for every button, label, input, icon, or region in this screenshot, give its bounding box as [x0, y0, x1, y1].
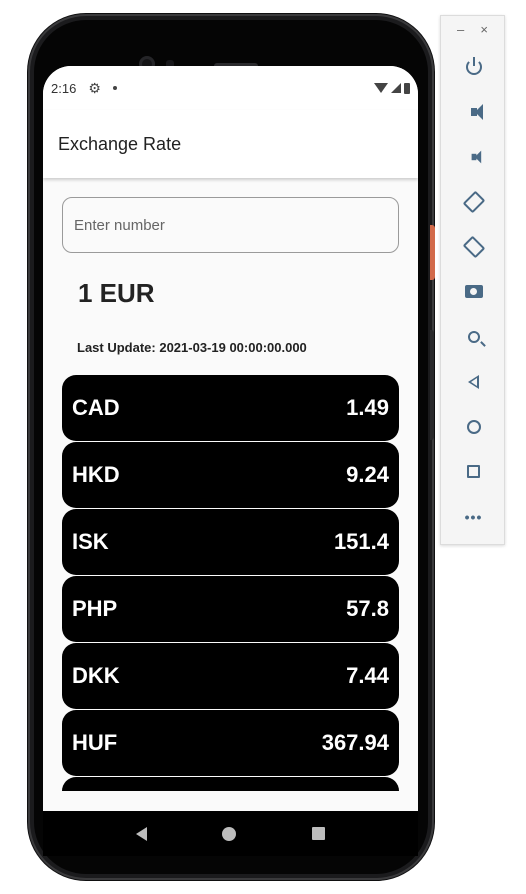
rotate-left-button[interactable]: [441, 179, 506, 224]
rate-value: 367.94: [321, 730, 389, 755]
rotate-right-icon: [462, 235, 485, 258]
nav-home-icon[interactable]: [222, 826, 237, 841]
volume-down-icon: [471, 150, 481, 163]
power-button[interactable]: [441, 44, 506, 89]
rate-code: CAD: [72, 395, 120, 420]
emulator-control-panel: – × •••: [440, 15, 505, 545]
rate-value: 7.44: [346, 663, 389, 688]
rate-card-dkk[interactable]: DKK 7.44: [62, 643, 399, 709]
nav-recents-icon[interactable]: [312, 827, 326, 840]
rate-code: DKK: [72, 663, 120, 688]
panel-window-controls: – ×: [441, 16, 504, 44]
rate-card-partial[interactable]: [62, 777, 399, 791]
gear-icon: ⚙: [88, 79, 101, 96]
rate-code: PHP: [72, 596, 118, 621]
rate-card-huf[interactable]: HUF 367.94: [62, 710, 399, 776]
back-button[interactable]: [441, 359, 506, 404]
volume-up-button[interactable]: [441, 89, 506, 134]
zoom-button[interactable]: [441, 314, 506, 359]
amount-input-box[interactable]: [62, 197, 399, 253]
overview-icon: [467, 465, 480, 478]
minimize-button[interactable]: –: [457, 22, 464, 44]
status-time: 2:16: [51, 80, 77, 96]
wifi-icon: [374, 83, 388, 93]
status-bar: 2:16 ⚙: [43, 66, 418, 110]
rate-card-cad[interactable]: CAD 1.49: [62, 375, 399, 441]
signal-icon: [391, 83, 401, 93]
system-nav-bar: [43, 811, 418, 856]
app-bar: Exchange Rate: [43, 110, 418, 178]
rate-code: ISK: [72, 529, 109, 554]
rotate-right-button[interactable]: [441, 224, 506, 269]
rate-card-hkd[interactable]: HKD 9.24: [62, 442, 399, 508]
power-icon: [465, 56, 482, 75]
rate-value: 1.49: [346, 395, 389, 420]
home-button[interactable]: [441, 404, 506, 449]
rate-value: 57.8: [346, 596, 389, 621]
notification-dot-icon: [112, 86, 117, 90]
rate-value: 9.24: [346, 462, 389, 487]
volume-up-icon: [470, 103, 483, 120]
rate-card-isk[interactable]: ISK 151.4: [62, 509, 399, 575]
battery-icon: [404, 82, 410, 94]
zoom-icon: [467, 330, 480, 343]
amount-input[interactable]: [74, 216, 374, 234]
rate-card-php[interactable]: PHP 57.8: [62, 576, 399, 642]
camera-icon: [464, 285, 483, 298]
hardware-volume-button[interactable]: [430, 330, 434, 440]
close-button[interactable]: ×: [480, 22, 488, 44]
last-update-text: Last Update: 2021-03-19 00:00:00.000: [77, 340, 307, 355]
nav-back-icon[interactable]: [135, 826, 147, 841]
app-bar-title: Exchange Rate: [58, 133, 182, 154]
more-button[interactable]: •••: [441, 494, 506, 539]
more-icon: •••: [464, 508, 483, 525]
volume-down-button[interactable]: [441, 134, 506, 179]
rate-code: HUF: [72, 730, 118, 755]
app-screen: 2:16 ⚙ Exchange Rate 1 EUR Last Update: …: [43, 66, 418, 811]
back-icon: [468, 374, 479, 389]
screenshot-button[interactable]: [441, 269, 506, 314]
rotate-left-icon: [462, 190, 485, 213]
rate-value: 151.4: [333, 529, 389, 554]
rate-list[interactable]: CAD 1.49 HKD 9.24 ISK 151.4 PHP 57.8 DKK…: [62, 375, 399, 791]
status-icons: [374, 82, 410, 94]
overview-button[interactable]: [441, 449, 506, 494]
hardware-power-button[interactable]: [430, 225, 435, 280]
rate-code: HKD: [72, 462, 120, 487]
base-currency-label: 1 EUR: [78, 278, 155, 308]
home-icon: [466, 419, 481, 434]
